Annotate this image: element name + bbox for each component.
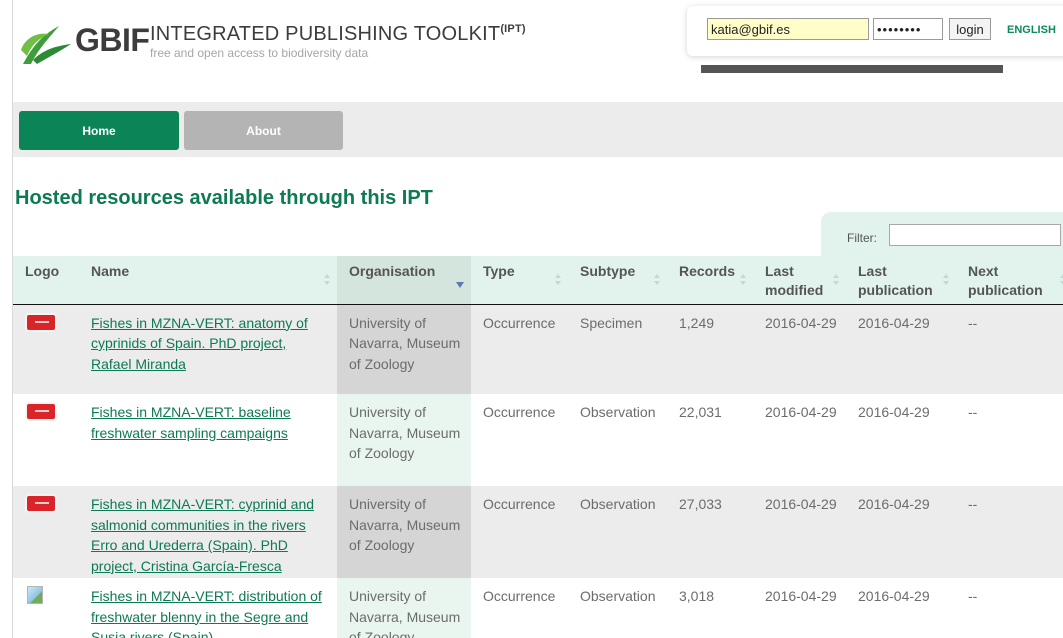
filter-input[interactable]: [889, 224, 1061, 246]
password-field[interactable]: [873, 18, 943, 40]
column-header-label: Last modified: [765, 263, 824, 298]
header: GBIF INTEGRATED PUBLISHING TOOLKIT(IPT) …: [13, 0, 1063, 100]
column-header-type[interactable]: Type: [471, 256, 568, 305]
table-row: Fishes in MZNA-VERT: cyprinid and salmon…: [13, 486, 1063, 578]
column-header-subtype[interactable]: Subtype: [568, 256, 667, 305]
next-publication-cell: --: [956, 578, 1063, 638]
last-publication-cell: 2016-04-29: [846, 394, 956, 486]
subtype-cell: Observation: [568, 578, 667, 638]
type-cell: Occurrence: [471, 394, 568, 486]
nav-about-button[interactable]: About: [184, 111, 343, 150]
next-publication-cell: --: [956, 304, 1063, 394]
resource-logo-icon: [27, 314, 55, 330]
next-publication-cell: --: [956, 394, 1063, 486]
records-cell: 27,033: [667, 486, 753, 578]
table-row: Fishes in MZNA-VERT: distribution of fre…: [13, 578, 1063, 638]
resource-link[interactable]: Fishes in MZNA-VERT: anatomy of cyprinid…: [91, 315, 308, 372]
login-button[interactable]: login: [949, 18, 991, 40]
last-publication-cell: 2016-04-29: [846, 578, 956, 638]
sort-icon: [323, 274, 331, 288]
last-modified-cell: 2016-04-29: [753, 486, 846, 578]
name-cell: Fishes in MZNA-VERT: baseline freshwater…: [79, 394, 337, 486]
column-header-label: Logo: [25, 263, 60, 279]
column-header-label: Organisation: [349, 263, 436, 279]
column-header-last-publication[interactable]: Last publication: [846, 256, 956, 305]
resource-link[interactable]: Fishes in MZNA-VERT: cyprinid and salmon…: [91, 496, 314, 574]
table-row: Fishes in MZNA-VERT: anatomy of cyprinid…: [13, 304, 1063, 394]
last-modified-cell: 2016-04-29: [753, 304, 846, 394]
tagline: free and open access to biodiversity dat…: [150, 46, 369, 60]
column-header-name[interactable]: Name: [79, 256, 337, 305]
records-cell: 3,018: [667, 578, 753, 638]
column-header-logo[interactable]: Logo: [13, 256, 79, 305]
name-cell: Fishes in MZNA-VERT: anatomy of cyprinid…: [79, 304, 337, 394]
name-cell: Fishes in MZNA-VERT: cyprinid and salmon…: [79, 486, 337, 578]
column-header-label: Records: [679, 263, 736, 279]
sort-icon: [942, 274, 950, 288]
ipt-title-sup: (IPT): [500, 23, 526, 35]
subtype-cell: Observation: [568, 394, 667, 486]
resource-logo-icon: [27, 496, 55, 511]
sort-icon: [653, 274, 661, 288]
column-header-next-publication[interactable]: Next publication: [956, 256, 1063, 305]
sort-icon: [554, 274, 562, 288]
language-selector[interactable]: ENGLISH: [1007, 24, 1056, 36]
ipt-title-text: INTEGRATED PUBLISHING TOOLKIT: [150, 23, 501, 45]
sort-icon: [832, 274, 840, 288]
logo-cell: [13, 394, 79, 486]
records-cell: 22,031: [667, 394, 753, 486]
column-header-organisation[interactable]: Organisation: [337, 256, 471, 305]
broken-image-icon: [27, 586, 43, 604]
column-header-label: Type: [483, 263, 515, 279]
subtype-cell: Specimen: [568, 304, 667, 394]
table-row: Fishes in MZNA-VERT: baseline freshwater…: [13, 394, 1063, 486]
logo-cell: [13, 486, 79, 578]
organisation-cell: University of Navarra, Museum of Zoology: [337, 578, 471, 638]
login-shadow-bar: [701, 65, 1003, 73]
column-header-label: Next publication: [968, 263, 1043, 298]
last-publication-cell: 2016-04-29: [846, 304, 956, 394]
column-header-records[interactable]: Records: [667, 256, 753, 305]
filter-panel: Filter:: [821, 212, 1063, 256]
organisation-cell: University of Navarra, Museum of Zoology: [337, 486, 471, 578]
resource-link[interactable]: Fishes in MZNA-VERT: baseline freshwater…: [91, 404, 291, 441]
gbif-leaf-logo-icon: [21, 26, 71, 64]
subtype-cell: Observation: [568, 486, 667, 578]
column-header-label: Last publication: [858, 263, 933, 298]
last-publication-cell: 2016-04-29: [846, 486, 956, 578]
last-modified-cell: 2016-04-29: [753, 394, 846, 486]
ipt-title: INTEGRATED PUBLISHING TOOLKIT(IPT): [150, 23, 526, 46]
main-nav: Home About: [13, 102, 1063, 157]
column-header-label: Subtype: [580, 263, 636, 279]
logo-cell: [13, 578, 79, 638]
filter-label: Filter:: [847, 231, 877, 245]
type-cell: Occurrence: [471, 486, 568, 578]
column-header-last-modified[interactable]: Last modified: [753, 256, 846, 305]
column-header-label: Name: [91, 263, 130, 279]
type-cell: Occurrence: [471, 304, 568, 394]
nav-home-button[interactable]: Home: [19, 111, 179, 150]
name-cell: Fishes in MZNA-VERT: distribution of fre…: [79, 578, 337, 638]
records-cell: 1,249: [667, 304, 753, 394]
resource-link[interactable]: Fishes in MZNA-VERT: distribution of fre…: [91, 588, 322, 638]
sort-icon: [739, 274, 747, 288]
resource-logo-icon: [27, 404, 55, 419]
sort-descending-icon: [456, 282, 464, 288]
table-header-row: Logo Name Organisation Type Subtype Reco…: [13, 256, 1063, 305]
login-panel: login ENGLISH: [687, 6, 1063, 56]
page: GBIF INTEGRATED PUBLISHING TOOLKIT(IPT) …: [12, 0, 1063, 638]
page-title: Hosted resources available through this …: [15, 187, 433, 209]
sort-icon: [1059, 274, 1063, 288]
organisation-cell: University of Navarra, Museum of Zoology: [337, 394, 471, 486]
type-cell: Occurrence: [471, 578, 568, 638]
last-modified-cell: 2016-04-29: [753, 578, 846, 638]
gbif-brand: GBIF: [75, 22, 150, 58]
resources-table: Logo Name Organisation Type Subtype Reco…: [13, 256, 1063, 638]
organisation-cell: University of Navarra, Museum of Zoology: [337, 304, 471, 394]
next-publication-cell: --: [956, 486, 1063, 578]
logo-cell: [13, 304, 79, 394]
email-field[interactable]: [707, 18, 869, 40]
